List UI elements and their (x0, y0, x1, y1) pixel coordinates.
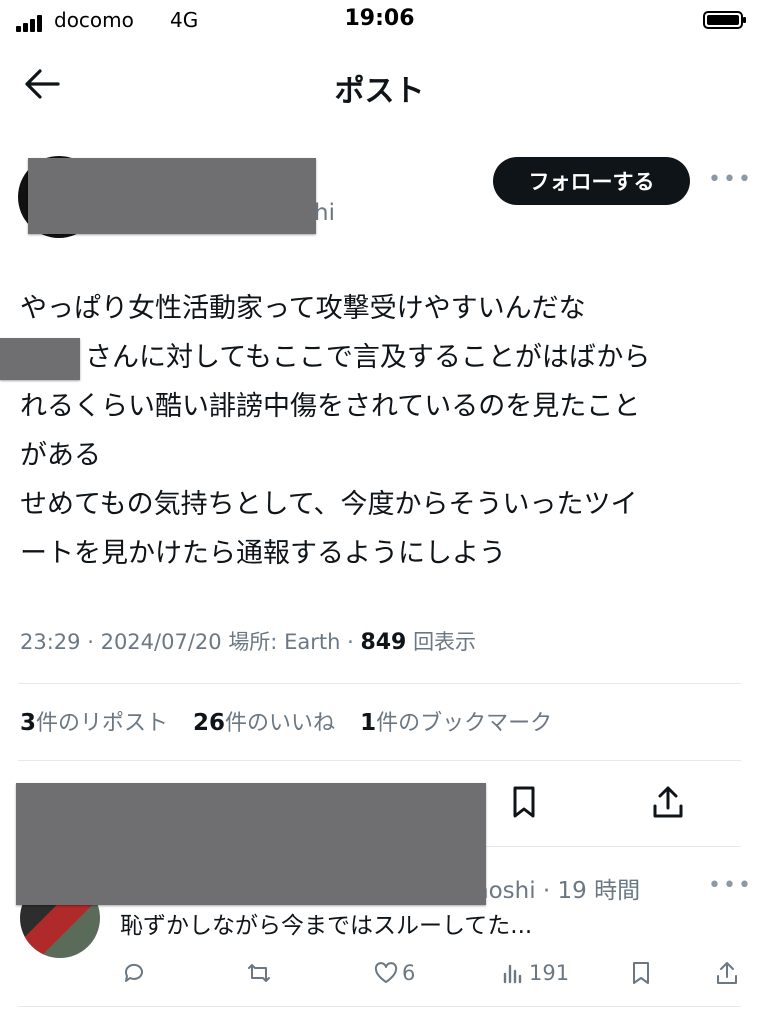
reply-text: 恥ずかしながら今まではスルーしてた... (120, 913, 533, 939)
more-icon[interactable]: ••• (708, 167, 753, 192)
likes-stat[interactable]: 26件のいいね (193, 710, 335, 736)
post-time[interactable]: 23:29 (20, 630, 81, 654)
bookmarks-stat[interactable]: 1件のブックマーク (360, 710, 552, 736)
post-line: やっぱり女性活動家って攻撃受けやすいんだな (20, 293, 586, 324)
top-bar: ポスト (0, 52, 759, 120)
views-label: 回表示 (413, 630, 477, 654)
reply-icon (124, 963, 143, 982)
redaction-block (0, 338, 80, 380)
repost-icon (248, 964, 270, 982)
page-title: ポスト (334, 74, 425, 109)
reply-reply-button[interactable] (121, 956, 147, 990)
author-handle-tail[interactable]: hi (314, 200, 335, 226)
post-meta: 23:29 · 2024/07/20 場所: Earth · 849 回表示 (20, 630, 477, 655)
views-count: 849 (360, 630, 407, 655)
post-text: やっぱり女性活動家って攻撃受けやすいんだな さんに対してもここで言及することがは… (20, 284, 730, 578)
post-line: さんに対してもここで言及することがはばから (85, 342, 651, 373)
reply-views-count: 191 (529, 961, 570, 985)
reply-views-button[interactable]: 191 (500, 956, 569, 990)
post-date[interactable]: 2024/07/20 (101, 630, 222, 654)
redaction-block (16, 783, 486, 905)
battery-icon (703, 11, 746, 29)
reply-like-count: 6 (402, 961, 416, 985)
reposts-stat[interactable]: 3件のリポスト (20, 710, 168, 736)
post-location: 場所: Earth (228, 630, 341, 654)
more-icon[interactable]: ••• (708, 873, 753, 898)
status-bar: docomo 4G 19:06 (0, 0, 759, 42)
reply-header: noshi · 19 時間 (474, 878, 641, 904)
post-line: せめてもの気持ちとして、今度からそういったツイ (20, 489, 638, 520)
share-icon (717, 962, 737, 984)
reply-repost-button[interactable] (246, 956, 272, 990)
reply-share-button[interactable] (714, 956, 740, 990)
reply-like-button[interactable]: 6 (373, 956, 415, 990)
heart-icon (374, 962, 398, 983)
post-line: がある (20, 440, 101, 471)
bookmark-icon (633, 962, 649, 984)
reply-bookmark-button[interactable] (628, 956, 654, 990)
divider (18, 760, 741, 761)
bookmark-icon[interactable] (506, 784, 542, 820)
share-icon[interactable] (650, 784, 686, 820)
divider (18, 683, 741, 684)
status-time: 19:06 (344, 6, 415, 31)
post-line: れるくらい酷い誹謗中傷をされているのを見たこと (20, 391, 641, 422)
redaction-block (28, 158, 316, 234)
reply-time[interactable]: 19 時間 (558, 878, 641, 904)
views-icon (503, 964, 522, 984)
engagement-stats: 3件のリポスト 26件のいいね 1件のブックマーク (20, 705, 552, 737)
post-line: ートを見かけたら通報するようにしよう (20, 538, 506, 569)
follow-button[interactable]: フォローする (493, 157, 690, 205)
divider (18, 1006, 741, 1007)
